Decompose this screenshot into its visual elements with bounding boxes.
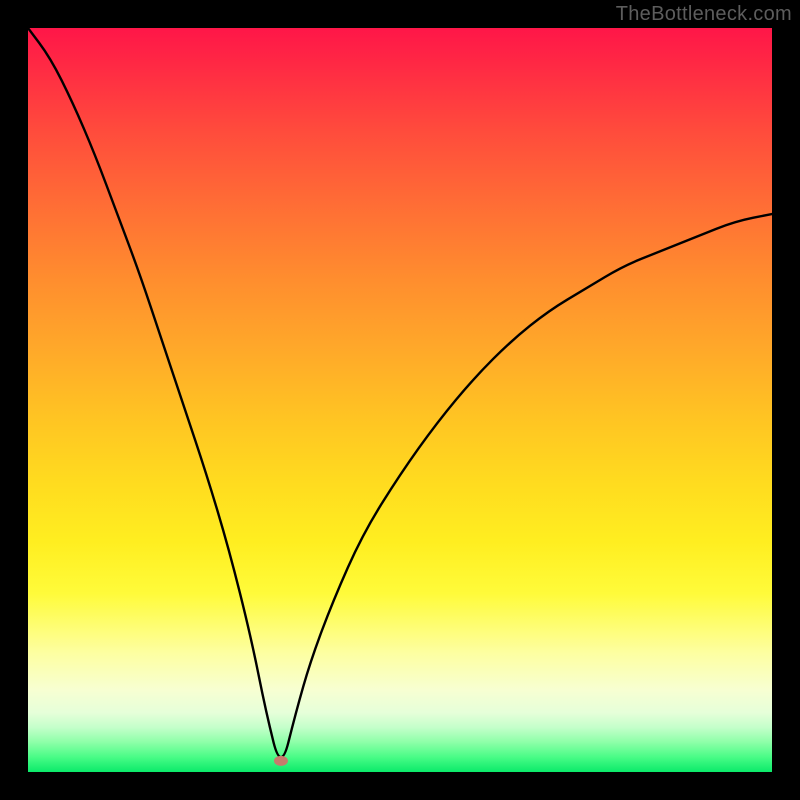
curve-svg bbox=[28, 28, 772, 772]
watermark-text: TheBottleneck.com bbox=[616, 3, 792, 26]
optimum-marker bbox=[274, 756, 288, 766]
bottleneck-curve bbox=[28, 28, 772, 757]
chart-frame: TheBottleneck.com bbox=[0, 0, 800, 800]
plot-area bbox=[28, 28, 772, 772]
